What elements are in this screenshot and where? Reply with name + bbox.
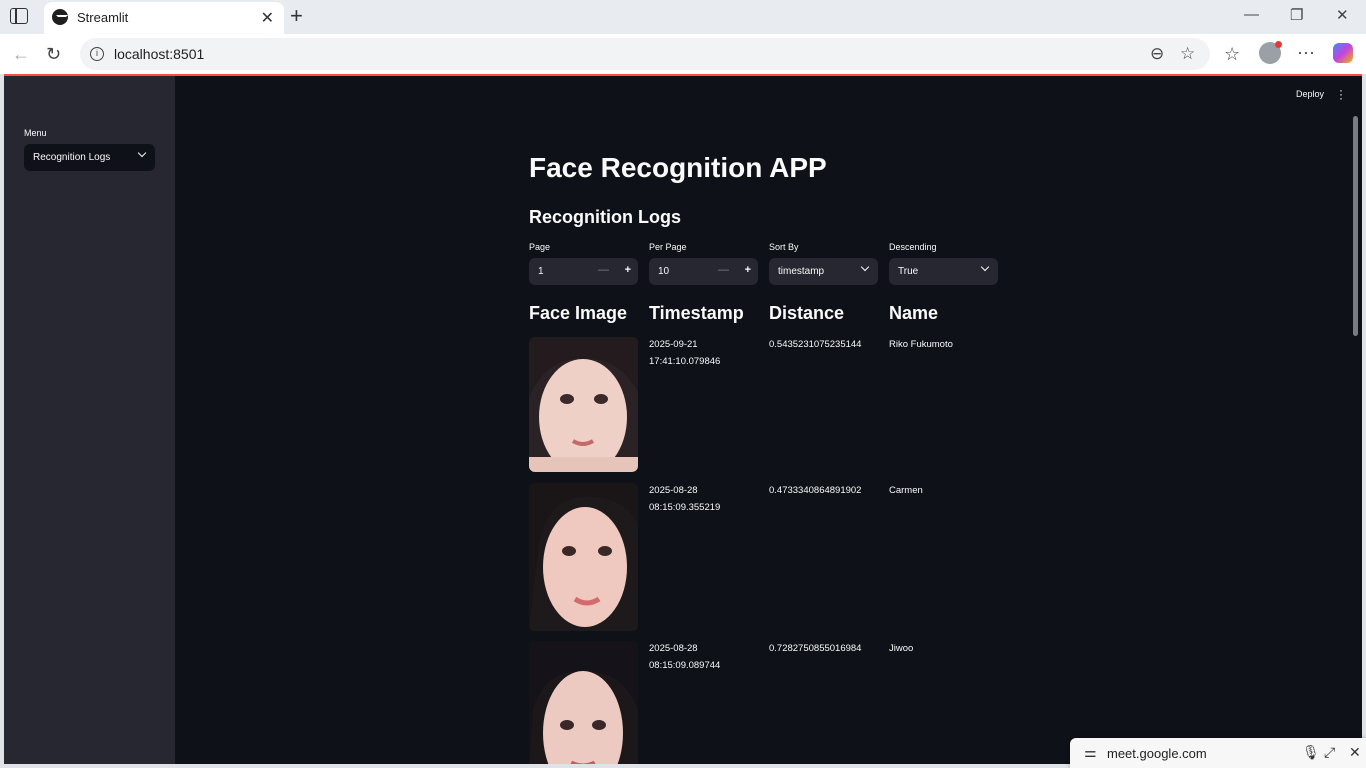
- column-header-face-image: Face Image: [529, 303, 628, 323]
- sort-by-label: Sort By: [769, 242, 799, 252]
- per-page-input[interactable]: 10 — +: [649, 258, 758, 285]
- site-info-icon[interactable]: i: [90, 47, 104, 61]
- chevron-down-icon: [137, 148, 147, 158]
- restore-icon[interactable]: ❐: [1290, 6, 1303, 24]
- browser-tabbar: Streamlit ✕ + — ❐ ✕: [0, 0, 1366, 34]
- scrollbar[interactable]: [1353, 116, 1358, 336]
- sort-by-value: timestamp: [778, 266, 825, 277]
- page-decrement-button[interactable]: —: [598, 264, 609, 276]
- browser-tab[interactable]: Streamlit ✕: [44, 2, 284, 34]
- descending-select[interactable]: True: [889, 258, 998, 285]
- menu-select[interactable]: Recognition Logs: [24, 144, 155, 171]
- settings-sliders-icon[interactable]: ⚌: [1084, 744, 1097, 761]
- microphone-icon[interactable]: 🎙: [1302, 744, 1320, 761]
- timestamp-time: 17:41:10.079846: [649, 356, 721, 367]
- streamlit-app: Menu Recognition Logs Deploy · · · Face Re…: [4, 74, 1362, 764]
- address-bar[interactable]: i localhost:8501 ⊖ ☆: [80, 38, 1210, 70]
- toast-url: meet.google.com: [1107, 746, 1207, 761]
- per-page-increment-button[interactable]: +: [745, 264, 751, 276]
- descending-value: True: [898, 266, 919, 277]
- timestamp-date: 2025-09-21: [649, 339, 698, 350]
- sort-by-select[interactable]: timestamp: [769, 258, 878, 285]
- timestamp-time: 08:15:09.089744: [649, 660, 721, 671]
- menu-select-value: Recognition Logs: [33, 152, 111, 163]
- per-page-value: 10: [658, 266, 670, 277]
- section-title: Recognition Logs: [529, 207, 681, 227]
- back-icon[interactable]: ←: [12, 44, 30, 65]
- column-header-distance: Distance: [769, 303, 845, 323]
- timestamp-date: 2025-08-28: [649, 643, 698, 654]
- page-value: 1: [538, 266, 544, 277]
- column-header-timestamp: Timestamp: [649, 303, 744, 323]
- timestamp-date: 2025-08-28: [649, 485, 698, 496]
- main-menu-icon[interactable]: · · ·: [1339, 84, 1343, 104]
- favorite-star-icon[interactable]: ☆: [1180, 44, 1195, 64]
- table-row: 2025-08-28 08:15:09.089744: [649, 640, 720, 674]
- timestamp-time: 08:15:09.355219: [649, 502, 721, 513]
- name-value: Carmen: [889, 485, 923, 496]
- name-value: Riko Fukumoto: [889, 339, 953, 350]
- copilot-icon[interactable]: [1333, 43, 1353, 63]
- table-row: 2025-08-28 08:15:09.355219: [649, 482, 720, 516]
- face-image: [529, 641, 638, 764]
- more-menu-icon[interactable]: ···: [1297, 42, 1315, 63]
- close-window-icon[interactable]: ✕: [1336, 6, 1349, 24]
- per-page-decrement-button[interactable]: —: [718, 264, 729, 276]
- minimize-icon[interactable]: —: [1244, 6, 1259, 23]
- face-image: [529, 483, 638, 631]
- zoom-icon[interactable]: ⊖: [1150, 44, 1164, 64]
- close-icon[interactable]: ✕: [1349, 744, 1361, 761]
- menu-label: Menu: [24, 128, 47, 138]
- chevron-down-icon: [980, 262, 990, 272]
- distance-value: 0.7282750855016984: [769, 643, 862, 654]
- distance-value: 0.4733340864891902: [769, 485, 862, 496]
- sidebar-toggle-icon[interactable]: [10, 8, 28, 24]
- streamlit-favicon-icon: [52, 9, 68, 25]
- page-label: Page: [529, 242, 551, 252]
- screen-share-toast: ⚌ meet.google.com 🎙 ⤢ ✕: [1070, 738, 1366, 768]
- descending-label: Descending: [889, 242, 937, 252]
- expand-icon[interactable]: ⤢: [1324, 744, 1335, 761]
- close-tab-icon[interactable]: ✕: [261, 8, 274, 28]
- notification-dot-icon: [1275, 41, 1282, 48]
- page-increment-button[interactable]: +: [625, 264, 631, 276]
- tab-title: Streamlit: [77, 10, 129, 25]
- table-row: 2025-09-21 17:41:10.079846: [649, 336, 720, 370]
- reload-icon[interactable]: ↻: [46, 44, 61, 65]
- new-tab-icon[interactable]: +: [290, 3, 303, 29]
- url-text[interactable]: localhost:8501: [114, 46, 204, 62]
- deploy-button[interactable]: Deploy: [1296, 89, 1324, 99]
- name-value: Jiwoo: [889, 643, 914, 654]
- favorites-icon[interactable]: ☆: [1224, 44, 1240, 65]
- page-title: Face Recognition APP: [529, 152, 827, 183]
- per-page-label: Per Page: [649, 242, 687, 252]
- chevron-down-icon: [860, 262, 870, 272]
- sidebar: Menu Recognition Logs: [4, 76, 175, 764]
- page-input[interactable]: 1 — +: [529, 258, 638, 285]
- face-image: [529, 337, 638, 472]
- browser-toolbar: ← ↻ i localhost:8501 ⊖ ☆ ☆ ···: [0, 34, 1366, 74]
- distance-value: 0.5435231075235144: [769, 339, 862, 350]
- column-header-name: Name: [889, 303, 939, 323]
